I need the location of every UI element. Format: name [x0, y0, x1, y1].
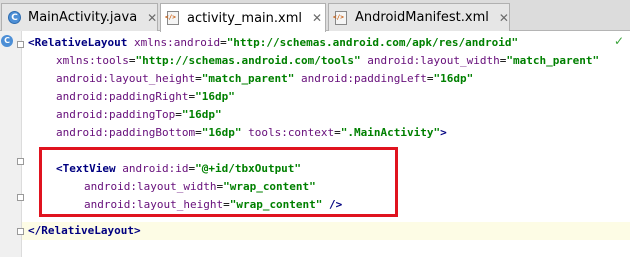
editor-tab-bar: C MainActivity.java ✕ activity_main.xml …: [0, 0, 630, 32]
close-icon[interactable]: ✕: [312, 11, 322, 25]
fold-marker-icon[interactable]: [17, 194, 24, 201]
fold-marker-icon[interactable]: [17, 158, 24, 165]
class-gutter-icon[interactable]: C: [1, 35, 13, 47]
tab-activity-main-xml[interactable]: activity_main.xml ✕: [160, 3, 326, 32]
tab-androidmanifest-xml[interactable]: AndroidManifest.xml ✕: [328, 3, 510, 31]
xml-file-icon: [335, 10, 349, 25]
code-line-4: android:paddingRight="16dp": [56, 90, 235, 103]
code-line-6: android:paddingBottom="16dp" tools:conte…: [56, 126, 447, 139]
check-mark-icon: ✓: [614, 34, 625, 48]
fold-marker-icon[interactable]: [17, 228, 24, 235]
code-line-2: xmlns:tools="http://schemas.android.com/…: [56, 54, 600, 67]
java-class-icon: C: [8, 10, 22, 25]
close-icon[interactable]: ✕: [499, 11, 509, 25]
code-line-1: <RelativeLayout xmlns:android="http://sc…: [28, 36, 519, 49]
textview-highlight-box: [39, 147, 398, 217]
close-icon[interactable]: ✕: [147, 11, 157, 25]
tab-label: AndroidManifest.xml: [355, 10, 489, 25]
code-line-12: </RelativeLayout>: [28, 224, 141, 237]
editor-gutter[interactable]: C: [0, 31, 24, 257]
tab-label: MainActivity.java: [28, 10, 138, 25]
tab-label: activity_main.xml: [187, 10, 303, 26]
code-line-3: android:layout_height="match_parent" and…: [56, 72, 474, 85]
fold-marker-icon[interactable]: [17, 41, 24, 48]
xml-file-icon: [167, 11, 181, 25]
tab-mainactivity-java[interactable]: C MainActivity.java ✕: [1, 3, 158, 31]
code-editor[interactable]: C ✓ <RelativeLayout xmlns:android="http:…: [0, 31, 630, 257]
code-line-5: android:paddingTop="16dp": [56, 108, 222, 121]
